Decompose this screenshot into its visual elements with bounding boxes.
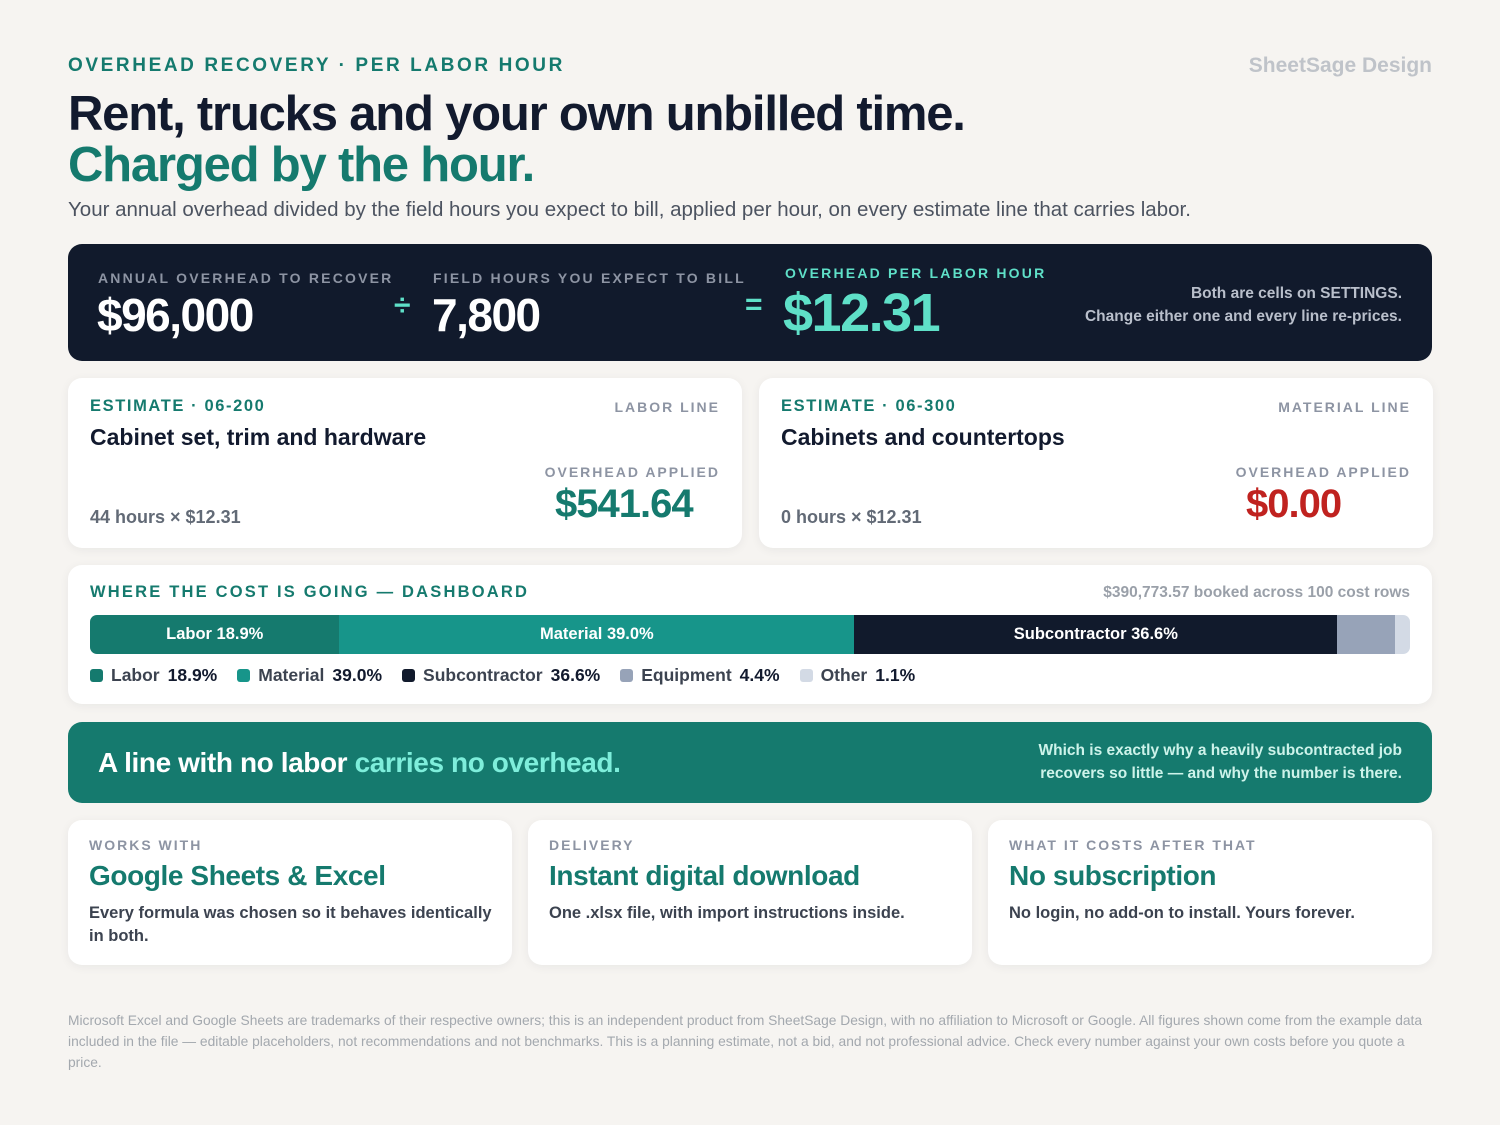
bar-segment-labor: Labor 18.9%: [90, 615, 340, 654]
legend-swatch: [402, 669, 416, 682]
legend-item-labor: Labor 18.9%: [90, 665, 217, 686]
brand-name: SheetSage Design: [1248, 54, 1432, 77]
feature-card-compatibility: WORKS WITH Google Sheets & Excel Every f…: [68, 820, 512, 965]
feature-card-pricing: WHAT IT COSTS AFTER THAT No subscription…: [988, 820, 1432, 965]
feature-label: WORKS WITH: [89, 837, 203, 853]
feature-heading: Google Sheets & Excel: [89, 860, 386, 891]
callout-text: A line with no labor: [98, 747, 355, 778]
settings-note: Both are cells on SETTINGS. Change eithe…: [1085, 282, 1402, 328]
legend-label: Equipment: [641, 665, 732, 685]
legend-label: Other: [820, 665, 868, 685]
estimate-kind: LABOR LINE: [614, 399, 720, 415]
feature-label: DELIVERY: [549, 837, 635, 853]
feature-description: No login, no add-on to install. Yours fo…: [1009, 904, 1355, 922]
legend-swatch: [90, 669, 103, 682]
legend-percent: 36.6%: [550, 665, 601, 685]
cost-dashboard: WHERE THE COST IS GOING — DASHBOARD $390…: [68, 565, 1432, 704]
legend-percent: 4.4%: [739, 665, 780, 685]
estimate-code: ESTIMATE · 06-300: [781, 397, 957, 415]
bar-segment-other: [1395, 615, 1410, 654]
legend-percent: 18.9%: [167, 665, 218, 685]
legend-swatch: [237, 669, 251, 682]
callout-side-line2: recovers so little — and why the number …: [1040, 765, 1402, 782]
page: OVERHEAD RECOVERY · PER LABOR HOUR Sheet…: [68, 0, 1433, 1125]
legend-item-equipment: Equipment 4.4%: [620, 665, 780, 686]
headline-accent: Charged by the hour.: [68, 138, 535, 192]
bar-segment-material: Material 39.0%: [339, 615, 855, 654]
applied-label: OVERHEAD APPLIED: [544, 464, 720, 480]
legend-item-subcontractor: Subcontractor 36.6%: [402, 665, 600, 686]
booked-total: $390,773.57 booked across 100 cost rows: [1103, 584, 1410, 601]
legend-percent: 1.1%: [875, 665, 916, 685]
legend-percent: 39.0%: [332, 665, 383, 685]
estimate-card-material: ESTIMATE · 06-300 MATERIAL LINE Cabinets…: [759, 378, 1433, 548]
feature-description: Every formula was chosen so it behaves i…: [89, 904, 492, 945]
feature-heading: No subscription: [1009, 860, 1217, 891]
feature-description: One .xlsx file, with import instructions…: [549, 904, 905, 922]
estimate-title: Cabinet set, trim and hardware: [90, 424, 427, 450]
divide-symbol: ÷: [394, 289, 411, 322]
cost-share-bar: Labor 18.9% Material 39.0% Subcontractor 3…: [90, 615, 1410, 654]
hours-value: 7,800: [432, 289, 541, 341]
overhead-applied-value: $541.64: [555, 482, 694, 526]
rate-value: $12.31: [783, 283, 941, 343]
no-labor-callout: A line with no labor carries no overhead…: [68, 722, 1432, 803]
feature-card-delivery: DELIVERY Instant digital download One .x…: [528, 820, 972, 965]
overhead-applied-value: $0.00: [1246, 482, 1342, 526]
legend-item-other: Other 1.1%: [799, 665, 916, 686]
legend-item-material: Material 39.0%: [237, 665, 382, 686]
equals-symbol: =: [745, 288, 763, 321]
settings-note-line1: Both are cells on SETTINGS.: [1190, 285, 1402, 302]
disclaimer: Microsoft Excel and Google Sheets are tr…: [68, 1013, 1423, 1070]
feature-label: WHAT IT COSTS AFTER THAT: [1009, 837, 1257, 853]
legend-label: Subcontractor: [423, 665, 543, 685]
headline: Rent, trucks and your own unbilled time.: [68, 87, 966, 141]
estimate-title: Cabinets and countertops: [781, 424, 1065, 450]
estimate-code: ESTIMATE · 06-200: [90, 397, 266, 415]
legend-swatch: [799, 669, 813, 682]
legend-label: Labor: [111, 665, 160, 685]
subheadline: Your annual overhead divided by the fiel…: [68, 198, 1191, 221]
overhead-value: $96,000: [97, 289, 254, 341]
bar-segment-equipment: [1337, 615, 1396, 654]
callout-side-note: Which is exactly why a heavily subcontra…: [1038, 739, 1402, 785]
cost-legend: Labor 18.9% Material 39.0% Subcontractor 36.6…: [90, 665, 935, 686]
feature-heading: Instant digital download: [549, 860, 860, 891]
legend-swatch: [620, 669, 634, 682]
hours-label: FIELD HOURS YOU EXPECT TO BILL: [433, 270, 746, 286]
estimate-formula: 0 hours × $12.31: [781, 507, 922, 527]
overhead-label: ANNUAL OVERHEAD TO RECOVER: [98, 270, 394, 286]
eyebrow: OVERHEAD RECOVERY · PER LABOR HOUR: [68, 55, 565, 76]
estimate-formula: 44 hours × $12.31: [90, 507, 241, 527]
formula-band: ANNUAL OVERHEAD TO RECOVER $96,000 ÷ FIE…: [68, 244, 1432, 361]
bar-segment-subcontractor: Subcontractor 36.6%: [854, 615, 1338, 654]
estimate-card-labor: ESTIMATE · 06-200 LABOR LINE Cabinet set…: [68, 378, 742, 548]
settings-note-line2: Change either one and every line re-pric…: [1084, 308, 1402, 325]
dashboard-title: WHERE THE COST IS GOING — DASHBOARD: [90, 583, 530, 601]
applied-label: OVERHEAD APPLIED: [1235, 464, 1411, 480]
legend-label: Material: [258, 665, 325, 685]
callout-headline: A line with no labor carries no overhead…: [98, 747, 621, 779]
estimate-kind: MATERIAL LINE: [1278, 399, 1411, 415]
callout-side-line1: Which is exactly why a heavily subcontra…: [1038, 742, 1402, 759]
callout-accent: carries no overhead.: [354, 747, 621, 778]
rate-label: OVERHEAD PER LABOR HOUR: [785, 265, 1047, 281]
